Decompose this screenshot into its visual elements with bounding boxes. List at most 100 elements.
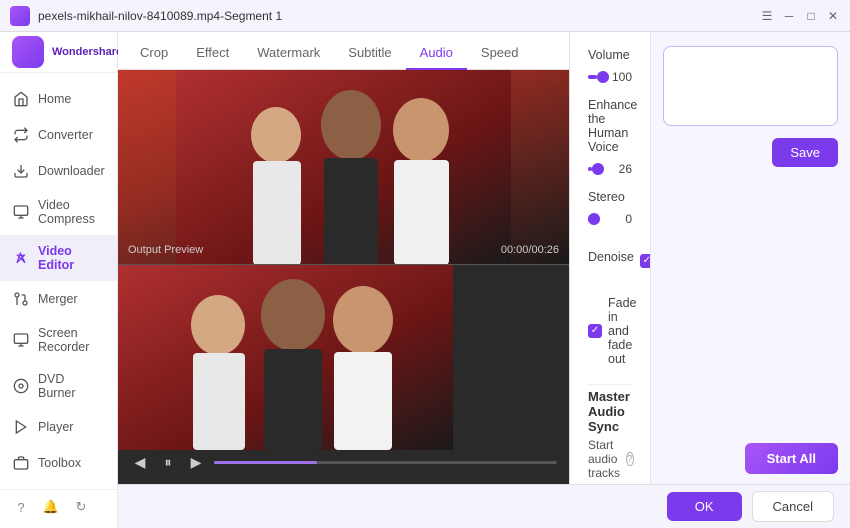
- enhance-label: Enhance the Human Voice: [588, 98, 632, 154]
- volume-thumb[interactable]: [597, 71, 609, 83]
- sidebar: Wondershare Home Converter: [0, 32, 118, 528]
- stereo-slider-row: 0: [588, 212, 632, 226]
- window-title: pexels-mikhail-nilov-8410089.mp4-Segment…: [38, 9, 760, 23]
- prev-frame-button[interactable]: ◀: [130, 452, 150, 472]
- logo-icon: [12, 36, 44, 68]
- stereo-thumb[interactable]: [588, 213, 600, 225]
- stereo-section: Stereo 0: [588, 190, 632, 226]
- bell-icon[interactable]: 🔔: [42, 498, 60, 516]
- stereo-label: Stereo: [588, 190, 632, 204]
- converter-icon: [12, 126, 30, 144]
- content-area: Crop Effect Watermark Subtitle Audio Spe…: [118, 32, 850, 528]
- close-button[interactable]: ✕: [826, 9, 840, 23]
- convert-panel: Save Start All: [650, 32, 850, 484]
- fade-row: ✓ Fade in and fade out: [588, 296, 632, 366]
- sidebar-item-screen-recorder[interactable]: Screen Recorder: [0, 317, 117, 363]
- video-bottom-frame: ◀ ⏸ ▶: [118, 265, 569, 484]
- hamburger-icon[interactable]: ☰: [760, 9, 774, 23]
- sidebar-item-video-compress[interactable]: Video Compress: [0, 189, 117, 235]
- download-icon: [12, 162, 30, 180]
- app-icon: [10, 6, 30, 26]
- stereo-track[interactable]: [588, 217, 600, 221]
- window-controls[interactable]: ☰ ─ □ ✕: [760, 9, 840, 23]
- video-bg-top: [118, 70, 569, 264]
- tab-subtitle[interactable]: Subtitle: [334, 45, 405, 70]
- next-frame-button[interactable]: ▶: [186, 452, 206, 472]
- player-icon: [12, 418, 30, 436]
- sidebar-item-merger[interactable]: Merger: [0, 281, 117, 317]
- sidebar-label-player: Player: [38, 420, 73, 434]
- start-audio-row: Start audio tracks ?: [588, 438, 632, 480]
- volume-section: Volume 100: [588, 48, 632, 84]
- video-time-display: 00:00/00:26: [501, 244, 559, 256]
- home-icon: [12, 90, 30, 108]
- enhance-track[interactable]: [588, 167, 600, 171]
- sidebar-item-dvd-burner[interactable]: DVD Burner: [0, 363, 117, 409]
- sidebar-item-converter[interactable]: Converter: [0, 117, 117, 153]
- enhance-slider-row: 26: [588, 162, 632, 176]
- progress-fill: [214, 461, 317, 464]
- remove-bg-checkbox[interactable]: ✓: [640, 254, 650, 268]
- video-controls: ◀ ⏸ ▶: [118, 452, 569, 472]
- convert-box: [663, 46, 838, 126]
- denoise-label: Denoise: [588, 250, 634, 264]
- volume-fill: [588, 75, 597, 79]
- video-scene-bottom: [118, 265, 453, 450]
- edit-icon: [12, 249, 30, 267]
- audio-settings-panel: Volume 100 Enhance the Human Voice: [570, 32, 650, 484]
- maximize-button[interactable]: □: [804, 9, 818, 23]
- fade-checkbox[interactable]: ✓: [588, 324, 602, 338]
- sidebar-item-toolbox[interactable]: Toolbox: [0, 445, 117, 481]
- help-tooltip-icon[interactable]: ?: [626, 452, 634, 466]
- playback-progress[interactable]: [214, 461, 557, 464]
- volume-label: Volume: [588, 48, 632, 62]
- stereo-value: 0: [608, 212, 632, 226]
- tab-watermark[interactable]: Watermark: [243, 45, 334, 70]
- video-scene-top: [176, 70, 511, 264]
- start-all-button[interactable]: Start All: [745, 443, 838, 474]
- title-bar: pexels-mikhail-nilov-8410089.mp4-Segment…: [0, 0, 850, 32]
- editor-layout: Crop Effect Watermark Subtitle Audio Spe…: [118, 32, 850, 484]
- pause-button[interactable]: ⏸: [158, 452, 178, 472]
- sidebar-label-merger: Merger: [38, 292, 78, 306]
- denoise-section: Denoise ✓ Remove Background Noise: [588, 240, 632, 282]
- dvd-icon: [12, 377, 30, 395]
- app-logo: Wondershare: [0, 32, 117, 73]
- sidebar-label-video-compress: Video Compress: [38, 198, 105, 226]
- sidebar-item-downloader[interactable]: Downloader: [0, 153, 117, 189]
- master-sync-section: Master Audio Sync Start audio tracks ? 4…: [588, 389, 632, 484]
- cancel-button[interactable]: Cancel: [752, 491, 834, 522]
- fade-section: ✓ Fade in and fade out: [588, 296, 632, 366]
- video-container: Output Preview 00:00/00:26: [118, 70, 569, 484]
- app-name: Wondershare: [52, 46, 122, 58]
- sidebar-item-player[interactable]: Player: [0, 409, 117, 445]
- minimize-button[interactable]: ─: [782, 9, 796, 23]
- sidebar-label-dvd-burner: DVD Burner: [38, 372, 105, 400]
- tabs-bar: Crop Effect Watermark Subtitle Audio Spe…: [118, 32, 569, 70]
- sidebar-label-screen-recorder: Screen Recorder: [38, 326, 105, 354]
- start-all-wrap: Start All: [650, 433, 850, 484]
- refresh-icon[interactable]: ↻: [72, 498, 90, 516]
- sidebar-label-downloader: Downloader: [38, 164, 105, 178]
- tab-audio[interactable]: Audio: [406, 45, 467, 70]
- volume-slider-row: 100: [588, 70, 632, 84]
- sidebar-item-video-editor[interactable]: Video Editor: [0, 235, 117, 281]
- ok-button[interactable]: OK: [667, 492, 742, 521]
- enhance-thumb[interactable]: [592, 163, 604, 175]
- tab-crop[interactable]: Crop: [126, 45, 182, 70]
- enhance-section: Enhance the Human Voice 26: [588, 98, 632, 176]
- denoise-row: Denoise ✓ Remove Background Noise: [588, 240, 632, 282]
- volume-track[interactable]: [588, 75, 600, 79]
- tab-effect[interactable]: Effect: [182, 45, 243, 70]
- sidebar-bottom: ? 🔔 ↻: [0, 489, 117, 528]
- sidebar-nav: Home Converter Downloader: [0, 73, 117, 489]
- start-audio-text: Start audio tracks: [588, 438, 620, 480]
- video-panel: Crop Effect Watermark Subtitle Audio Spe…: [118, 32, 570, 484]
- sidebar-label-video-editor: Video Editor: [38, 244, 105, 272]
- sidebar-item-home[interactable]: Home: [0, 81, 117, 117]
- help-icon[interactable]: ?: [12, 498, 30, 516]
- output-preview-label: Output Preview: [128, 244, 203, 256]
- tab-speed[interactable]: Speed: [467, 45, 533, 70]
- save-button[interactable]: Save: [772, 138, 838, 167]
- merge-icon: [12, 290, 30, 308]
